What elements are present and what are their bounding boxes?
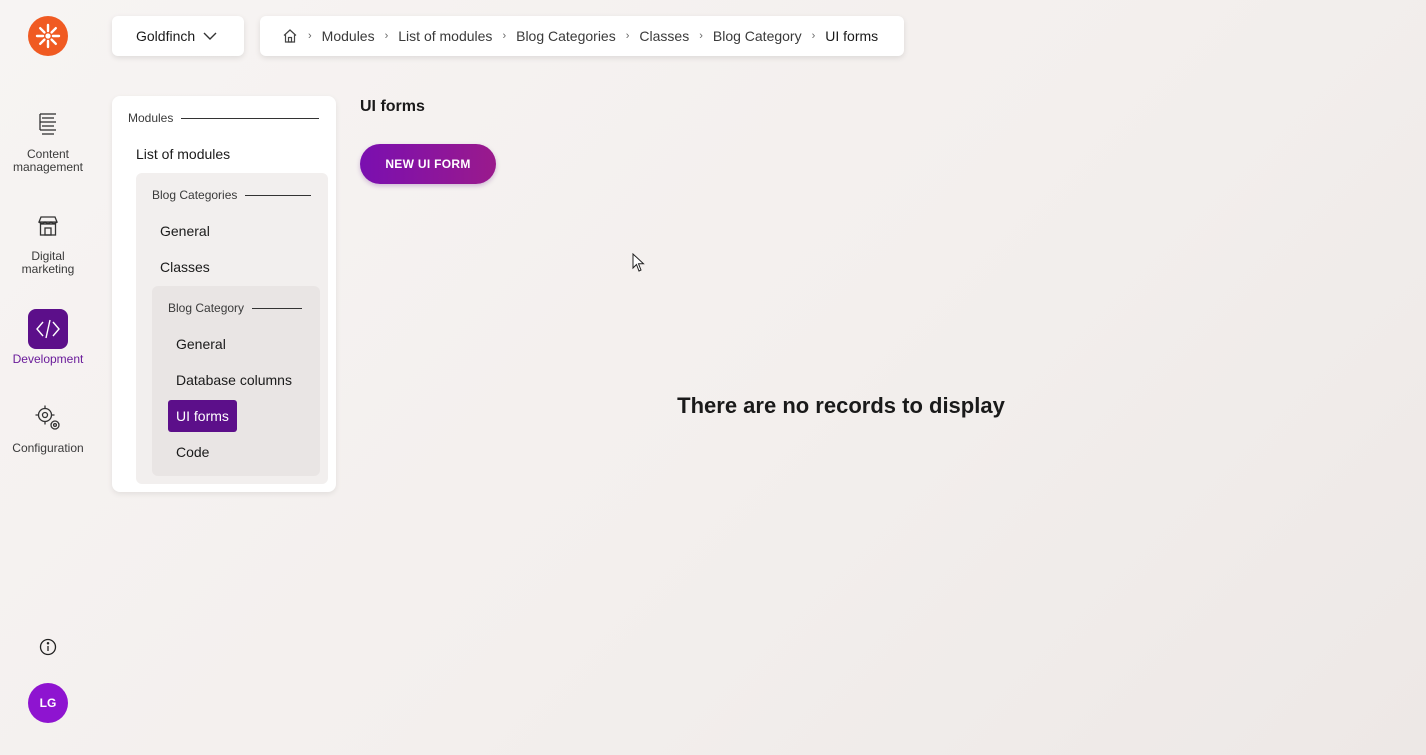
heading-divider (252, 307, 303, 309)
blog-categories-heading: Blog Categories (152, 188, 312, 202)
chevron-right-icon: › (502, 30, 507, 42)
breadcrumb-classes[interactable]: Classes (639, 28, 689, 44)
breadcrumb-list-of-modules[interactable]: List of modules (398, 28, 492, 44)
code-icon (28, 309, 68, 349)
rail-label-configuration: Configuration (12, 441, 84, 455)
info-icon[interactable] (38, 637, 58, 657)
nav-blog-categories-classes[interactable]: Classes (160, 259, 210, 275)
rail-item-content-management[interactable]: Content management (0, 104, 96, 174)
breadcrumb-blog-categories[interactable]: Blog Categories (516, 28, 616, 44)
modules-heading-label: Modules (128, 111, 174, 125)
blog-categories-heading-label: Blog Categories (152, 188, 238, 202)
nav-blog-categories-general[interactable]: General (160, 223, 210, 239)
chevron-right-icon: › (625, 30, 630, 42)
gears-icon (28, 398, 68, 438)
chevron-right-icon: › (308, 30, 312, 42)
module-navigation-panel: Modules List of modules Blog Categories … (112, 96, 336, 492)
rail-label-development: Development (12, 352, 84, 366)
site-selector-value: Goldfinch (136, 28, 196, 44)
rail-item-digital-marketing[interactable]: Digital marketing (0, 206, 96, 276)
nav-list-of-modules[interactable]: List of modules (136, 146, 230, 162)
blog-category-heading-label: Blog Category (168, 301, 245, 315)
site-selector-dropdown[interactable]: Goldfinch (112, 16, 244, 56)
blog-categories-group: Blog Categories General Classes Blog Cat… (136, 173, 328, 484)
chevron-down-icon (203, 32, 217, 40)
rail-label-content-line2: management (12, 160, 84, 174)
blog-category-group: Blog Category General Database columns U… (152, 286, 320, 476)
chevron-right-icon: › (699, 30, 703, 42)
nav-database-columns[interactable]: Database columns (176, 372, 292, 388)
breadcrumb-modules[interactable]: Modules (322, 28, 375, 44)
mouse-pointer-icon (632, 252, 646, 278)
rail-label-digital-line2: marketing (21, 262, 75, 276)
heading-divider (245, 194, 312, 196)
content-management-icon (28, 104, 68, 144)
nav-ui-forms[interactable]: UI forms (168, 400, 237, 432)
left-navigation-rail: Content management Digital marketing Dev… (0, 0, 96, 755)
breadcrumb: › Modules › List of modules › Blog Categ… (260, 16, 904, 56)
rail-item-configuration[interactable]: Configuration (0, 398, 96, 455)
breadcrumb-current: UI forms (825, 28, 879, 44)
breadcrumb-blog-category[interactable]: Blog Category (713, 28, 802, 44)
user-avatar[interactable]: LG (28, 683, 68, 723)
modules-section-heading: Modules (128, 111, 320, 125)
nav-code[interactable]: Code (176, 444, 209, 460)
chevron-right-icon: › (384, 30, 389, 42)
nav-blog-category-general[interactable]: General (176, 336, 226, 352)
blog-category-heading: Blog Category (168, 301, 303, 315)
storefront-icon (28, 206, 68, 246)
home-icon[interactable] (282, 28, 298, 44)
rail-item-development[interactable]: Development (0, 309, 96, 366)
heading-divider (181, 117, 320, 119)
new-ui-form-button[interactable]: NEW UI FORM (360, 144, 496, 184)
empty-state-message: There are no records to display (677, 393, 1005, 418)
chevron-right-icon: › (811, 30, 816, 42)
page-title: UI forms (360, 98, 425, 115)
kentico-logo-icon[interactable] (28, 16, 68, 56)
